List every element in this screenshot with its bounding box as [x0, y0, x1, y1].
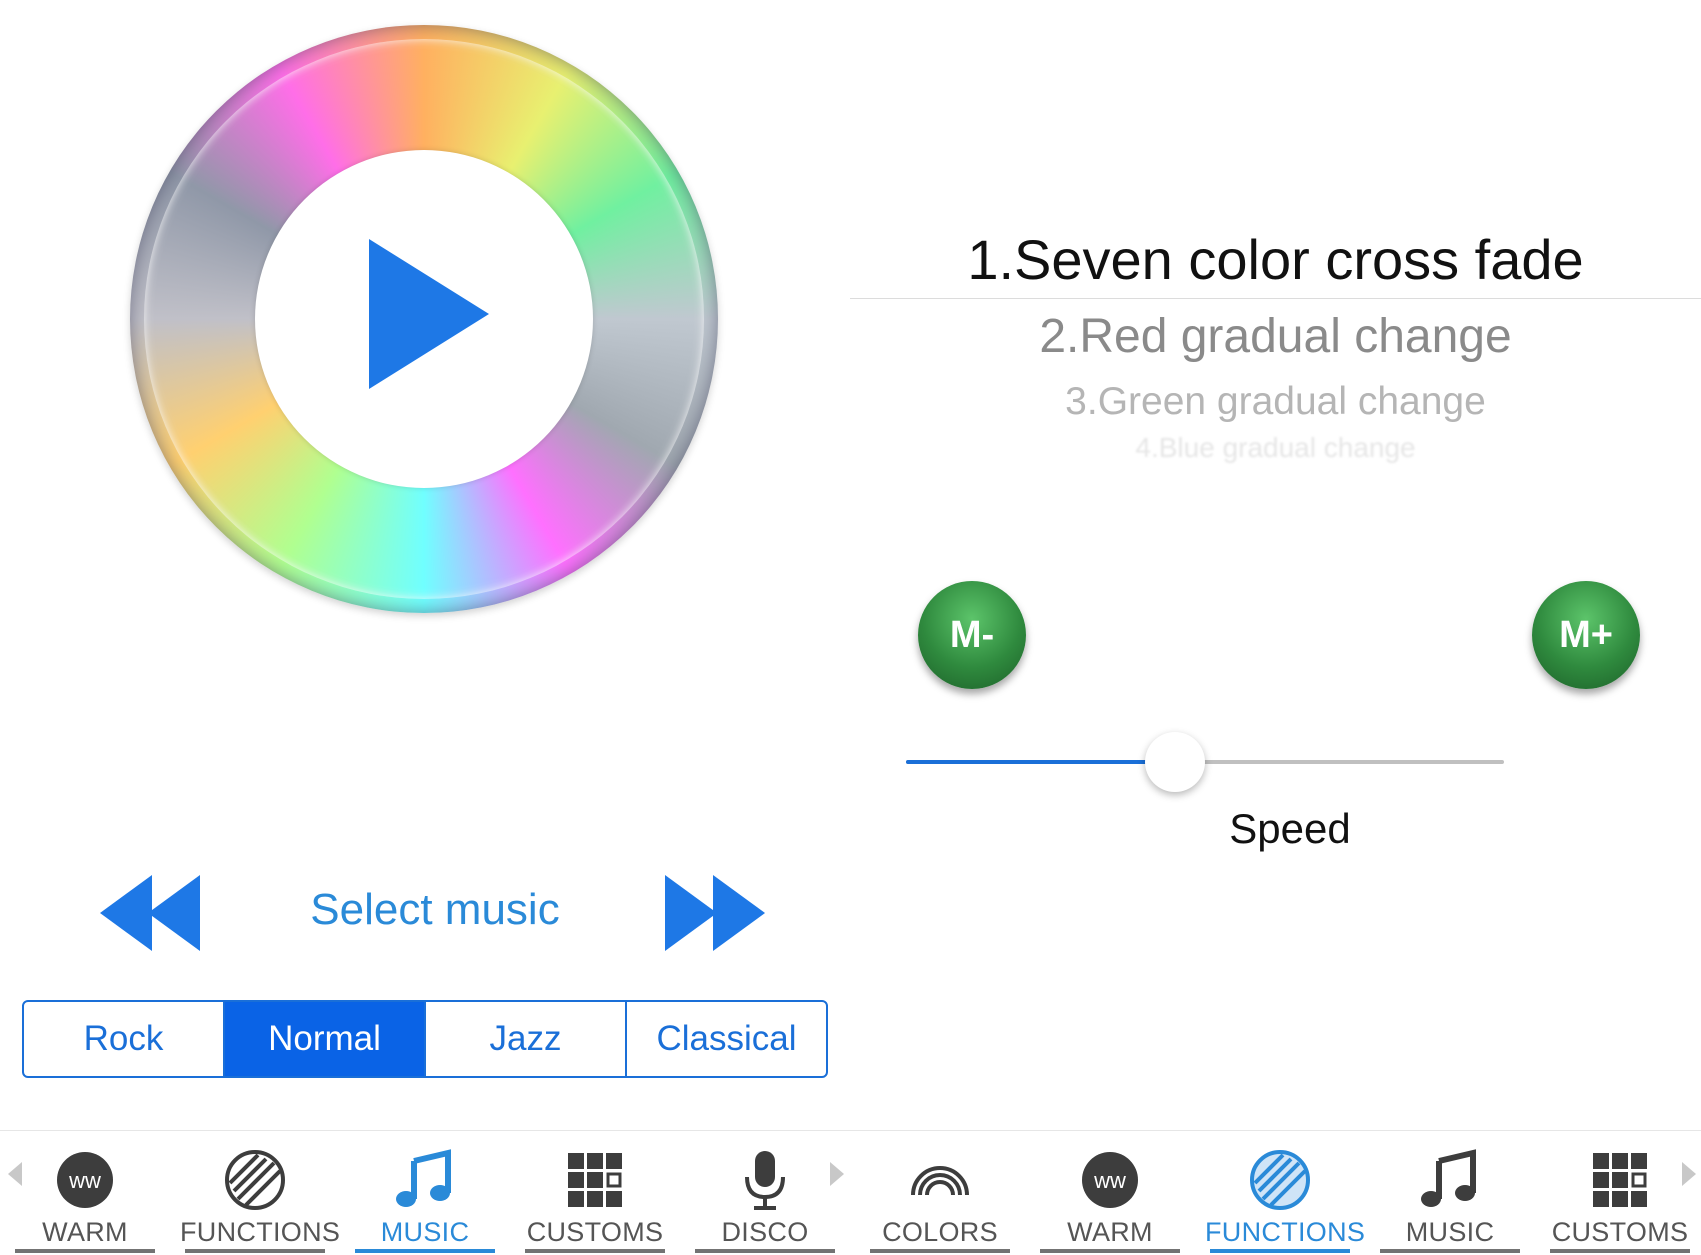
tab-functions[interactable]: FUNCTIONS	[180, 1131, 341, 1255]
bottom-tab-bar: ww WARM FUNCTIONS MUSIC CUSTOMS DISCO COLORS ww…	[0, 1130, 1701, 1255]
previous-track-button[interactable]	[100, 873, 210, 953]
grid-icon	[562, 1147, 628, 1213]
mode-option[interactable]: 3.Green gradual change	[850, 373, 1701, 431]
rainbow-icon	[907, 1147, 973, 1213]
mode-option-selected[interactable]: 1.Seven color cross fade	[850, 220, 1701, 300]
tab-label: CUSTOMS	[1551, 1217, 1689, 1247]
speed-label: Speed	[1229, 805, 1351, 852]
warm-icon: ww	[1077, 1147, 1143, 1213]
tab-label: FUNCTIONS	[1205, 1217, 1366, 1247]
tab-indicator	[695, 1249, 835, 1253]
speed-slider[interactable]	[906, 732, 1504, 792]
tab-colors[interactable]: COLORS	[865, 1131, 1015, 1255]
scroll-right-arrow-icon[interactable]	[826, 1160, 846, 1188]
microphone-icon	[732, 1147, 798, 1213]
tab-indicator	[870, 1249, 1010, 1253]
tab-indicator	[15, 1249, 155, 1253]
grid-icon	[1587, 1147, 1653, 1213]
tab-warm[interactable]: ww WARM	[1035, 1131, 1185, 1255]
tab-disco[interactable]: DISCO	[690, 1131, 840, 1255]
mode-previous-button[interactable]: M-	[918, 581, 1026, 689]
warm-icon: ww	[52, 1147, 118, 1213]
tab-label: FUNCTIONS	[180, 1217, 341, 1247]
tab-label: MUSIC	[380, 1217, 470, 1247]
tab-music[interactable]: MUSIC	[1375, 1131, 1525, 1255]
tab-customs[interactable]: CUSTOMS	[520, 1131, 670, 1255]
tab-label: COLORS	[882, 1217, 998, 1247]
mode-next-button[interactable]: M+	[1532, 581, 1640, 689]
genre-segment-jazz[interactable]: Jazz	[426, 1002, 627, 1076]
tab-music[interactable]: MUSIC	[350, 1131, 500, 1255]
tab-warm[interactable]: ww WARM	[10, 1131, 160, 1255]
tab-label: DISCO	[721, 1217, 809, 1247]
svg-text:ww: ww	[1093, 1168, 1126, 1193]
tab-label: WARM	[42, 1217, 128, 1247]
tab-label: CUSTOMS	[526, 1217, 664, 1247]
play-icon	[369, 239, 489, 389]
next-track-button[interactable]	[655, 873, 765, 953]
genre-segment-rock[interactable]: Rock	[24, 1002, 225, 1076]
functions-panel: 1.Seven color cross fade 2.Red gradual c…	[850, 0, 1701, 1130]
music-note-icon	[1417, 1147, 1483, 1213]
tab-indicator	[185, 1249, 325, 1253]
functions-icon	[1247, 1147, 1313, 1213]
genre-segment-classical[interactable]: Classical	[627, 1002, 826, 1076]
svg-text:ww: ww	[68, 1168, 101, 1193]
fast-forward-icon	[665, 875, 765, 951]
tab-indicator	[525, 1249, 665, 1253]
tab-label: MUSIC	[1405, 1217, 1495, 1247]
genre-segment-normal[interactable]: Normal	[225, 1002, 426, 1076]
tab-customs[interactable]: CUSTOMS	[1545, 1131, 1695, 1255]
rewind-icon	[100, 875, 200, 951]
mode-picker[interactable]: 1.Seven color cross fade 2.Red gradual c…	[850, 220, 1701, 465]
select-music-button[interactable]: Select music	[250, 885, 620, 935]
tab-label: WARM	[1067, 1217, 1153, 1247]
tab-functions[interactable]: FUNCTIONS	[1205, 1131, 1366, 1255]
music-note-icon	[392, 1147, 458, 1213]
functions-icon	[222, 1147, 288, 1213]
genre-segmented-control: Rock Normal Jazz Classical	[22, 1000, 828, 1078]
play-button[interactable]	[369, 239, 499, 399]
tab-indicator	[1210, 1249, 1350, 1253]
mode-option[interactable]: 2.Red gradual change	[850, 301, 1701, 373]
tab-indicator	[1380, 1249, 1520, 1253]
tab-indicator	[1550, 1249, 1690, 1253]
music-panel: Select music Rock Normal Jazz Classical	[0, 0, 850, 1130]
speed-slider-thumb[interactable]	[1145, 732, 1206, 792]
mode-option[interactable]: 4.Blue gradual change	[850, 431, 1701, 465]
tab-indicator	[1040, 1249, 1180, 1253]
scroll-right-arrow-icon[interactable]	[1678, 1160, 1698, 1188]
tab-indicator	[355, 1249, 495, 1253]
speed-slider-fill	[906, 760, 1176, 764]
scroll-left-arrow-icon[interactable]	[6, 1160, 26, 1188]
